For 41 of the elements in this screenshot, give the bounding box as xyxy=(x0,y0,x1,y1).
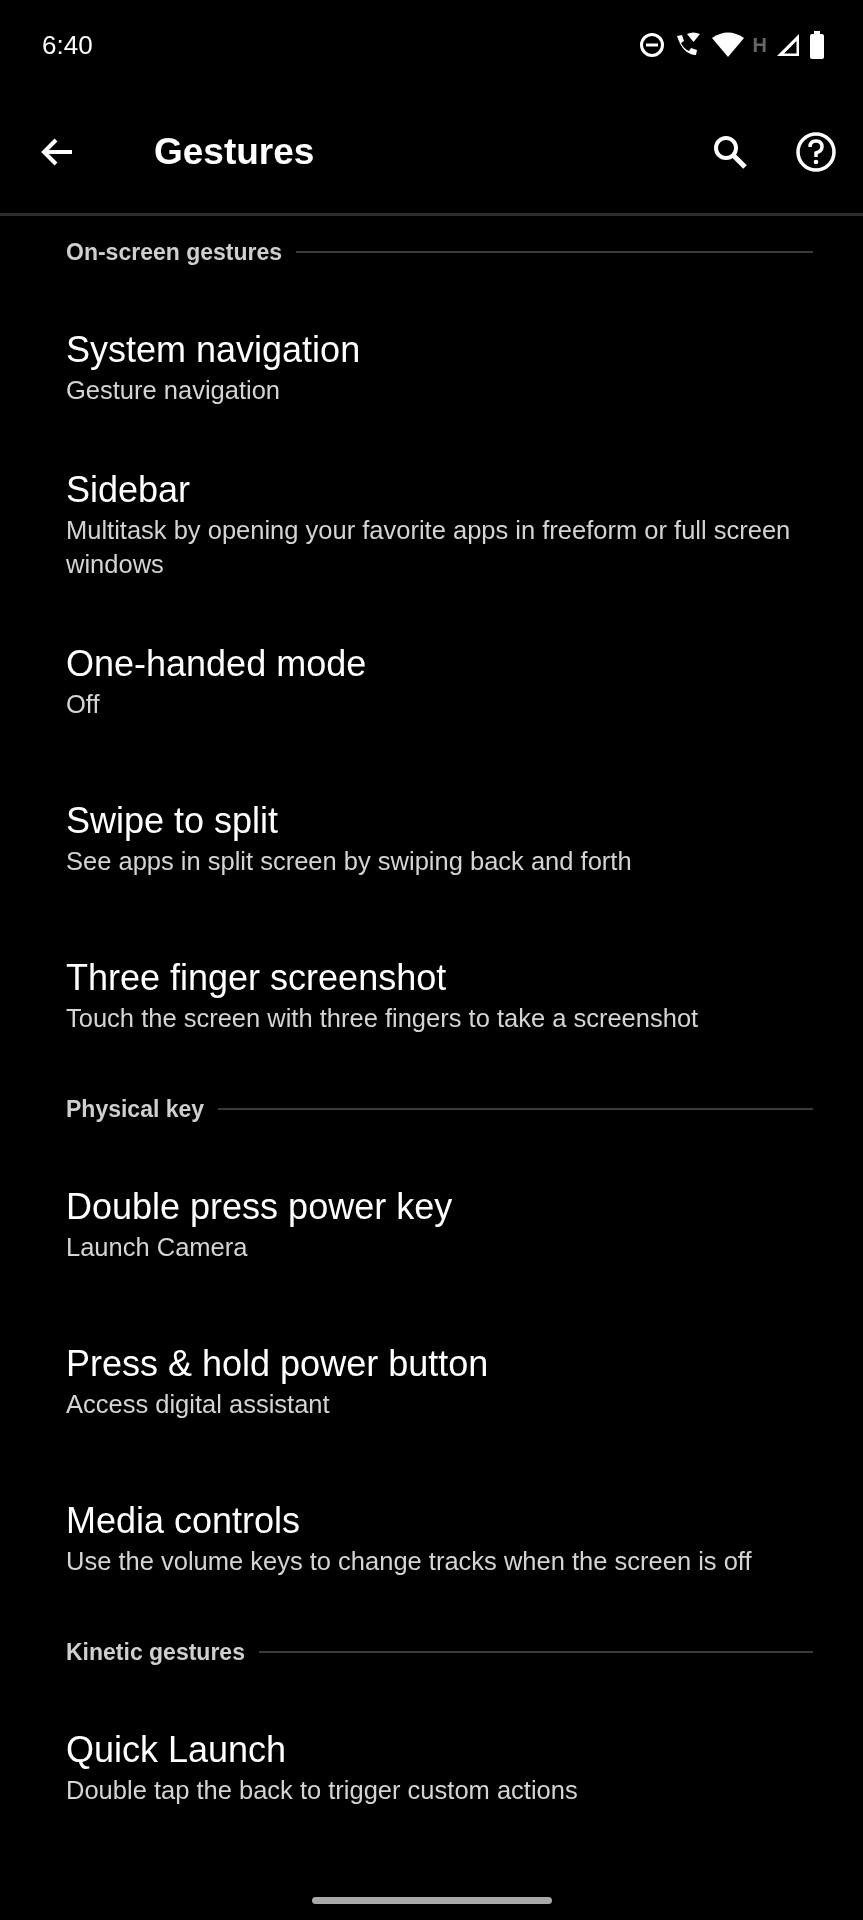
item-summary: See apps in split screen by swiping back and forth xyxy=(66,845,633,877)
settings-item[interactable]: Swipe to split See apps in split screen by swiping back and forth xyxy=(0,759,863,916)
settings-item[interactable]: Quick Launch Double tap the back to trigger custom actions xyxy=(0,1688,863,1845)
search-icon xyxy=(712,133,748,170)
do-not-disturb-icon xyxy=(638,32,665,58)
item-title: Press & hold power button xyxy=(66,1341,490,1386)
network-type: H xyxy=(752,33,767,57)
settings-item[interactable]: Press & hold power button Access digital assistant xyxy=(0,1302,863,1459)
settings-item[interactable]: Double press power key Launch Camera xyxy=(0,1145,863,1302)
item-summary: Launch Camera xyxy=(66,1231,249,1263)
settings-item[interactable]: Sidebar Multitask by opening your favorite apps in freeform or full screen windows xyxy=(0,445,863,602)
item-summary: Gesture navigation xyxy=(66,374,282,406)
item-title: Double press power key xyxy=(66,1184,454,1229)
item-title: System navigation xyxy=(66,327,362,372)
item-summary: Access digital assistant xyxy=(66,1388,331,1420)
settings-item[interactable]: System navigation Gesture navigation xyxy=(0,288,863,445)
item-summary: Double tap the back to trigger custom actions xyxy=(66,1774,579,1806)
item-title: Media controls xyxy=(66,1498,302,1543)
item-summary: Off xyxy=(66,688,101,720)
item-summary: Use the volume keys to change tracks when the screen is off xyxy=(66,1545,753,1577)
section-header: Kinetic gestures xyxy=(66,1638,245,1666)
section-header: On-screen gestures xyxy=(66,238,283,266)
item-title: One-handed mode xyxy=(66,641,368,686)
battery-icon xyxy=(809,31,825,59)
screen-title: Gestures xyxy=(154,130,316,173)
item-title: Three finger screenshot xyxy=(66,955,448,1000)
wifi-icon xyxy=(710,32,745,58)
settings-item[interactable]: Media controls Use the volume keys to change tracks when the screen is off xyxy=(0,1459,863,1616)
item-title: Swipe to split xyxy=(66,798,280,843)
settings-item[interactable]: Three finger screenshot Touch the screen with three fingers to take a screenshot xyxy=(0,916,863,1073)
help-icon xyxy=(795,130,837,173)
signal-icon xyxy=(775,32,801,58)
settings-item[interactable]: One-handed mode Off xyxy=(0,602,863,759)
item-summary: Multitask by opening your favorite apps in freeform or full screen windows xyxy=(66,514,792,580)
back-arrow-icon xyxy=(40,136,74,167)
section-header: Physical key xyxy=(66,1095,205,1123)
item-summary: Touch the screen with three fingers to take a screenshot xyxy=(66,1002,700,1034)
clock-time: 6:40 xyxy=(42,29,93,61)
item-title: Sidebar xyxy=(66,467,192,512)
item-title: Quick Launch xyxy=(66,1727,288,1772)
gesture-handle[interactable] xyxy=(312,1897,552,1904)
